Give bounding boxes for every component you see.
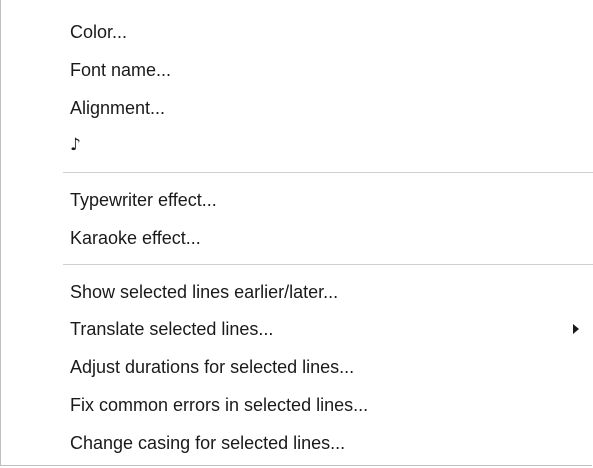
menu-item-change-casing[interactable]: Change casing for selected lines...: [1, 426, 592, 460]
menu-item-music-note[interactable]: ♪: [1, 128, 592, 162]
menu-item-fix-common-errors[interactable]: Fix common errors in selected lines...: [1, 388, 592, 422]
context-menu: Color... Font name... Alignment... ♪ Typ…: [0, 0, 593, 466]
menu-item-label: Karaoke effect...: [70, 228, 201, 248]
menu-item-translate-selected-lines[interactable]: Translate selected lines...: [1, 312, 592, 346]
menu-item-label: Typewriter effect...: [70, 190, 217, 210]
menu-item-label: Alignment...: [70, 98, 166, 118]
menu-item-label: Fix common errors in selected lines...: [70, 395, 369, 415]
menu-separator: [63, 172, 593, 174]
menu-item-typewriter-effect[interactable]: Typewriter effect...: [1, 183, 592, 217]
menu-item-label: Change casing for selected lines...: [70, 433, 346, 453]
menu-item-label: Show selected lines earlier/later...: [70, 282, 339, 302]
menu-item-label: Translate selected lines...: [70, 319, 274, 339]
menu-item-show-earlier-later[interactable]: Show selected lines earlier/later...: [1, 275, 592, 309]
menu-item-label: Adjust durations for selected lines...: [70, 357, 355, 377]
menu-separator: [63, 264, 593, 266]
menu-item-label: Color...: [70, 22, 128, 42]
menu-item-adjust-durations[interactable]: Adjust durations for selected lines...: [1, 350, 592, 384]
menu-item-label: Font name...: [70, 60, 172, 80]
menu-item-color[interactable]: Color...: [1, 15, 592, 49]
music-note-icon: ♪: [70, 135, 81, 155]
menu-item-alignment[interactable]: Alignment...: [1, 91, 592, 125]
menu-item-karaoke-effect[interactable]: Karaoke effect...: [1, 221, 592, 255]
menu-item-font-name[interactable]: Font name...: [1, 53, 592, 87]
submenu-arrow-icon: [573, 324, 579, 334]
